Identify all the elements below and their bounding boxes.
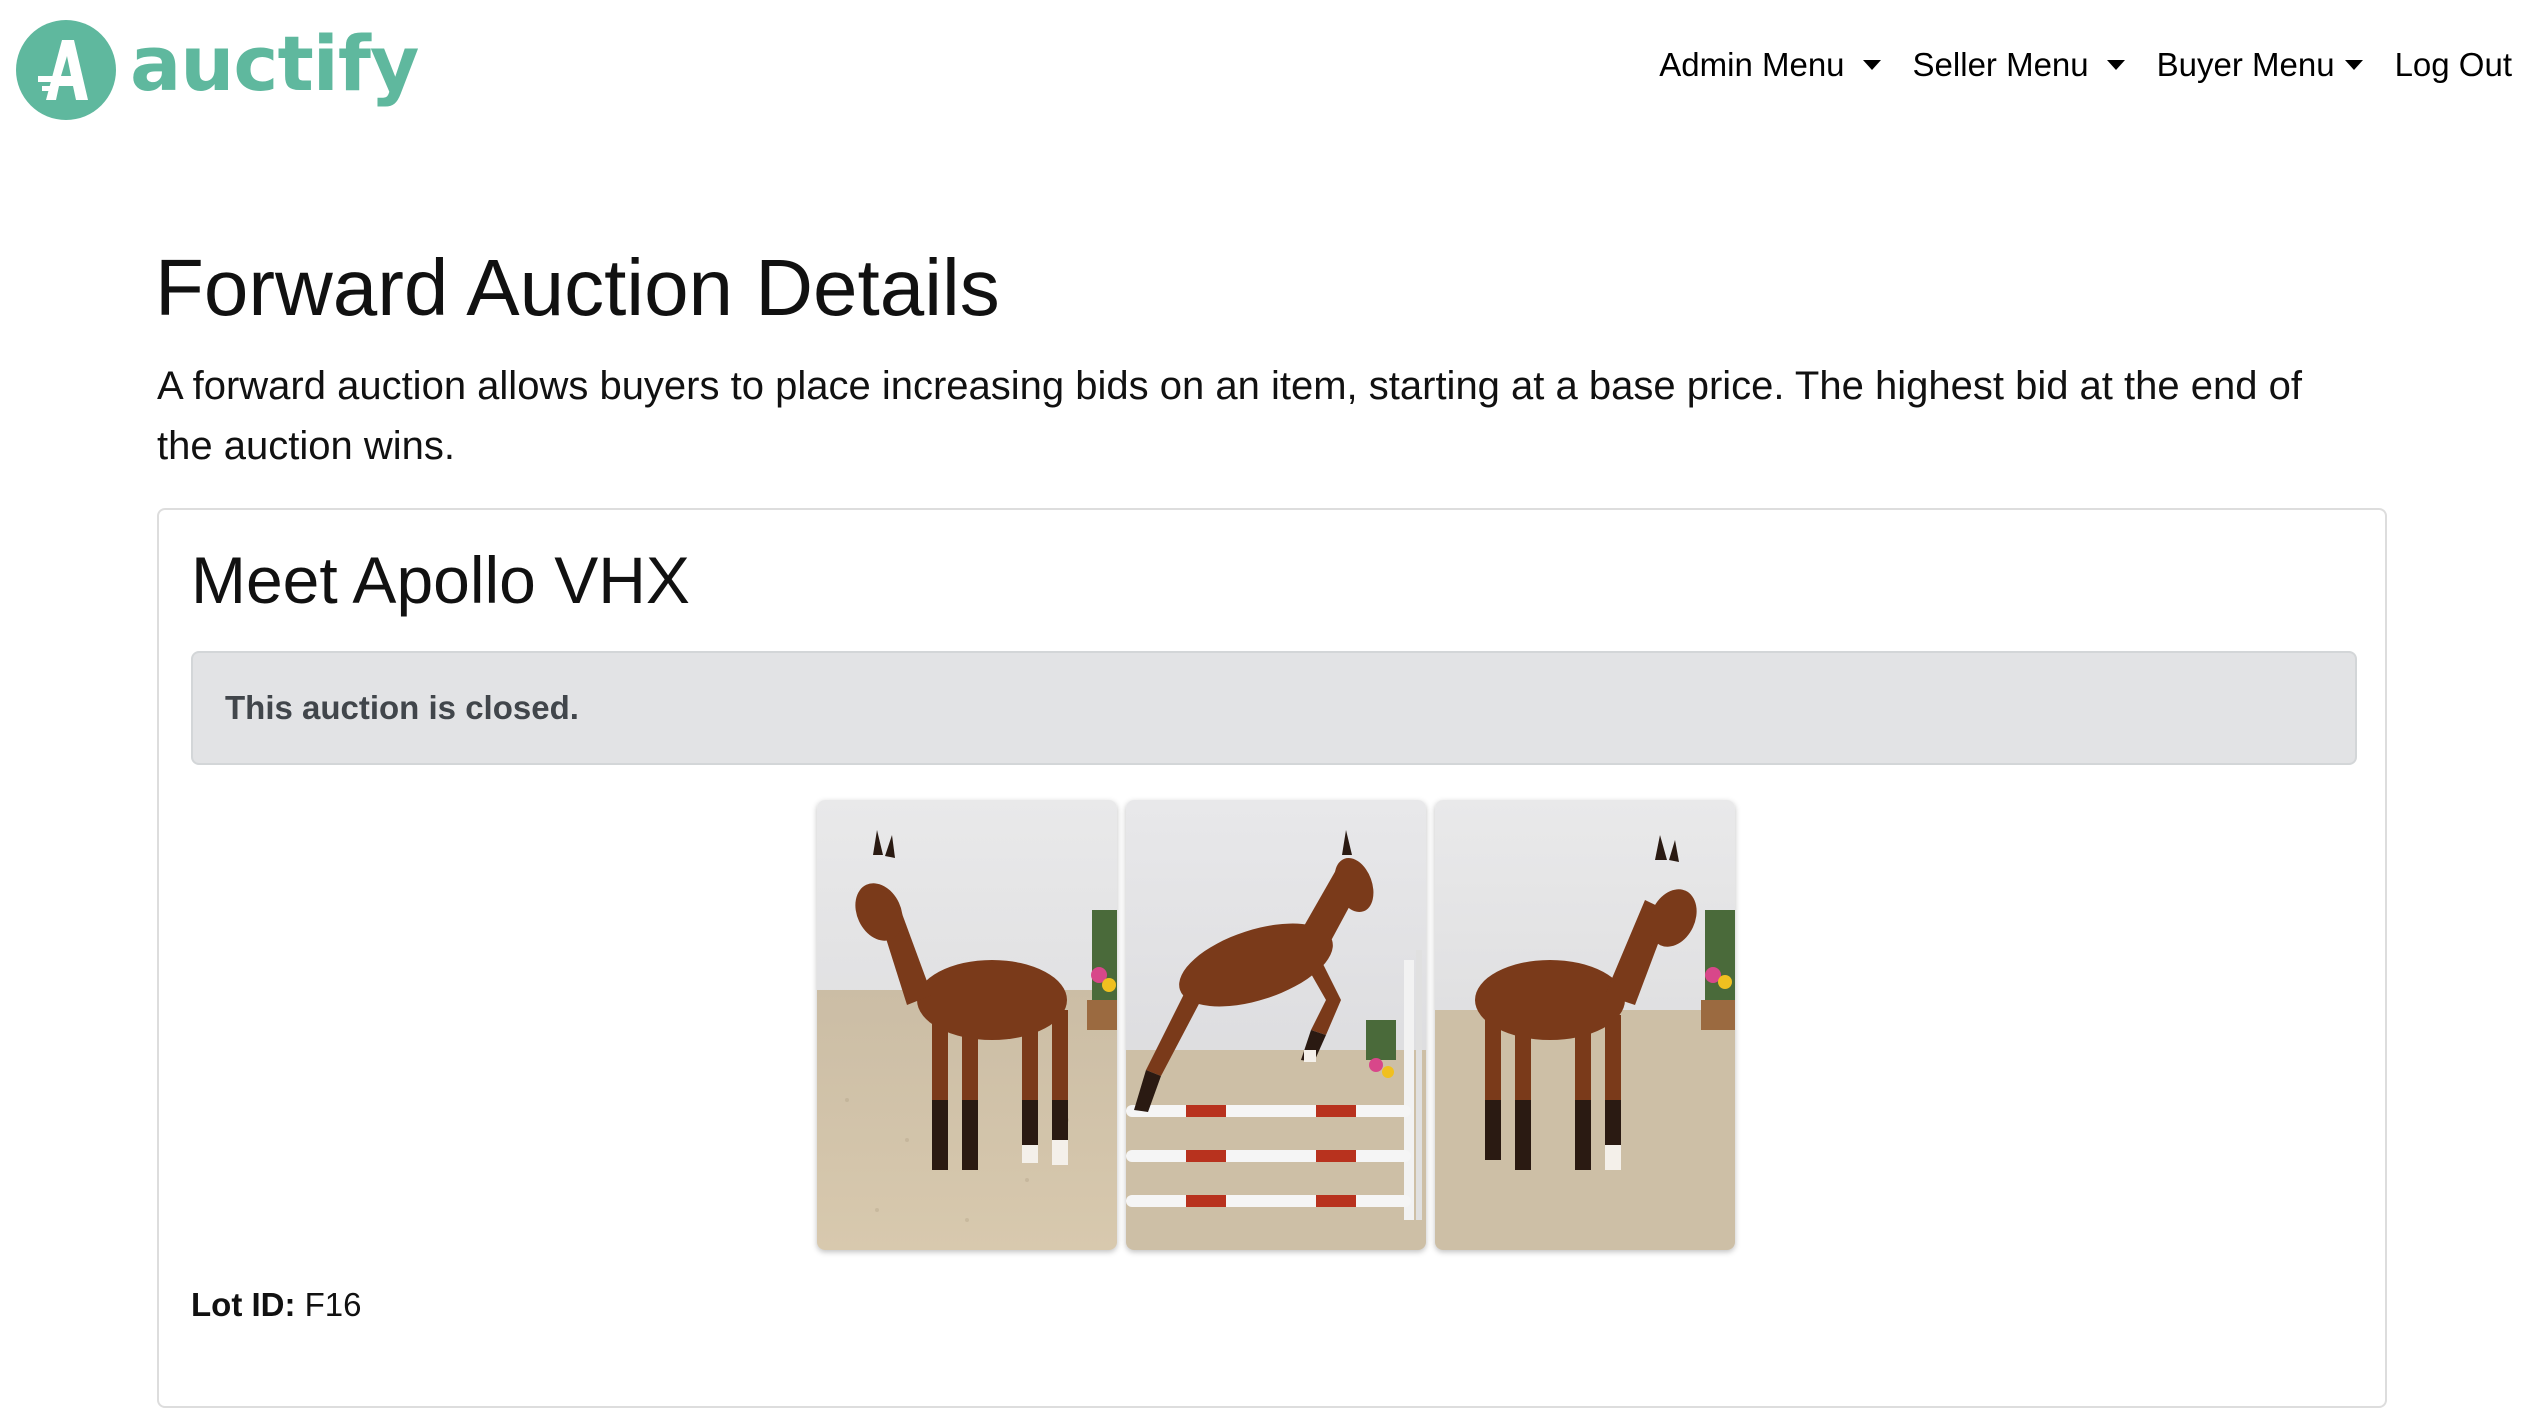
auction-image-1[interactable] [817,800,1117,1250]
image-gallery [817,800,1744,1250]
caret-down-icon [2344,60,2363,70]
brand-name: auctify [130,19,419,108]
nav-log-out[interactable]: Log Out [2395,46,2512,84]
auctify-logo-icon [16,20,116,120]
lot-id-label: Lot ID: [191,1286,296,1323]
foal-jumping-image [1126,800,1426,1250]
auction-image-2[interactable] [1126,800,1426,1250]
foal-standing-image [817,800,1117,1250]
lot-id-value: F16 [304,1286,362,1323]
foal-standing-right-image [1435,800,1735,1250]
auction-status-text: This auction is closed. [225,689,579,726]
nav-admin-menu[interactable]: Admin Menu [1659,46,1881,84]
nav-seller-menu[interactable]: Seller Menu [1913,46,2125,84]
main-nav: Admin Menu Seller Menu Buyer Menu Log Ou… [1627,46,2512,84]
auction-title: Meet Apollo VHX [191,543,690,617]
auction-status-alert: This auction is closed. [191,651,2357,765]
nav-admin-menu-label: Admin Menu [1659,46,1845,83]
brand-logo[interactable]: auctify [16,19,419,120]
lot-id: Lot ID: F16 [191,1286,362,1324]
auction-image-3[interactable] [1435,800,1735,1250]
auction-card: Meet Apollo VHX This auction is closed. [157,508,2387,1408]
nav-buyer-menu[interactable]: Buyer Menu [2157,46,2363,84]
caret-down-icon [1862,60,1881,70]
nav-buyer-menu-label: Buyer Menu [2156,46,2335,83]
nav-log-out-label: Log Out [2394,46,2512,83]
caret-down-icon [2106,60,2125,70]
nav-seller-menu-label: Seller Menu [1912,46,2089,83]
page-title: Forward Auction Details [155,243,1000,332]
page-description: A forward auction allows buyers to place… [157,364,2302,468]
navbar: auctify Admin Menu Seller Menu Buyer Men… [0,0,2534,140]
